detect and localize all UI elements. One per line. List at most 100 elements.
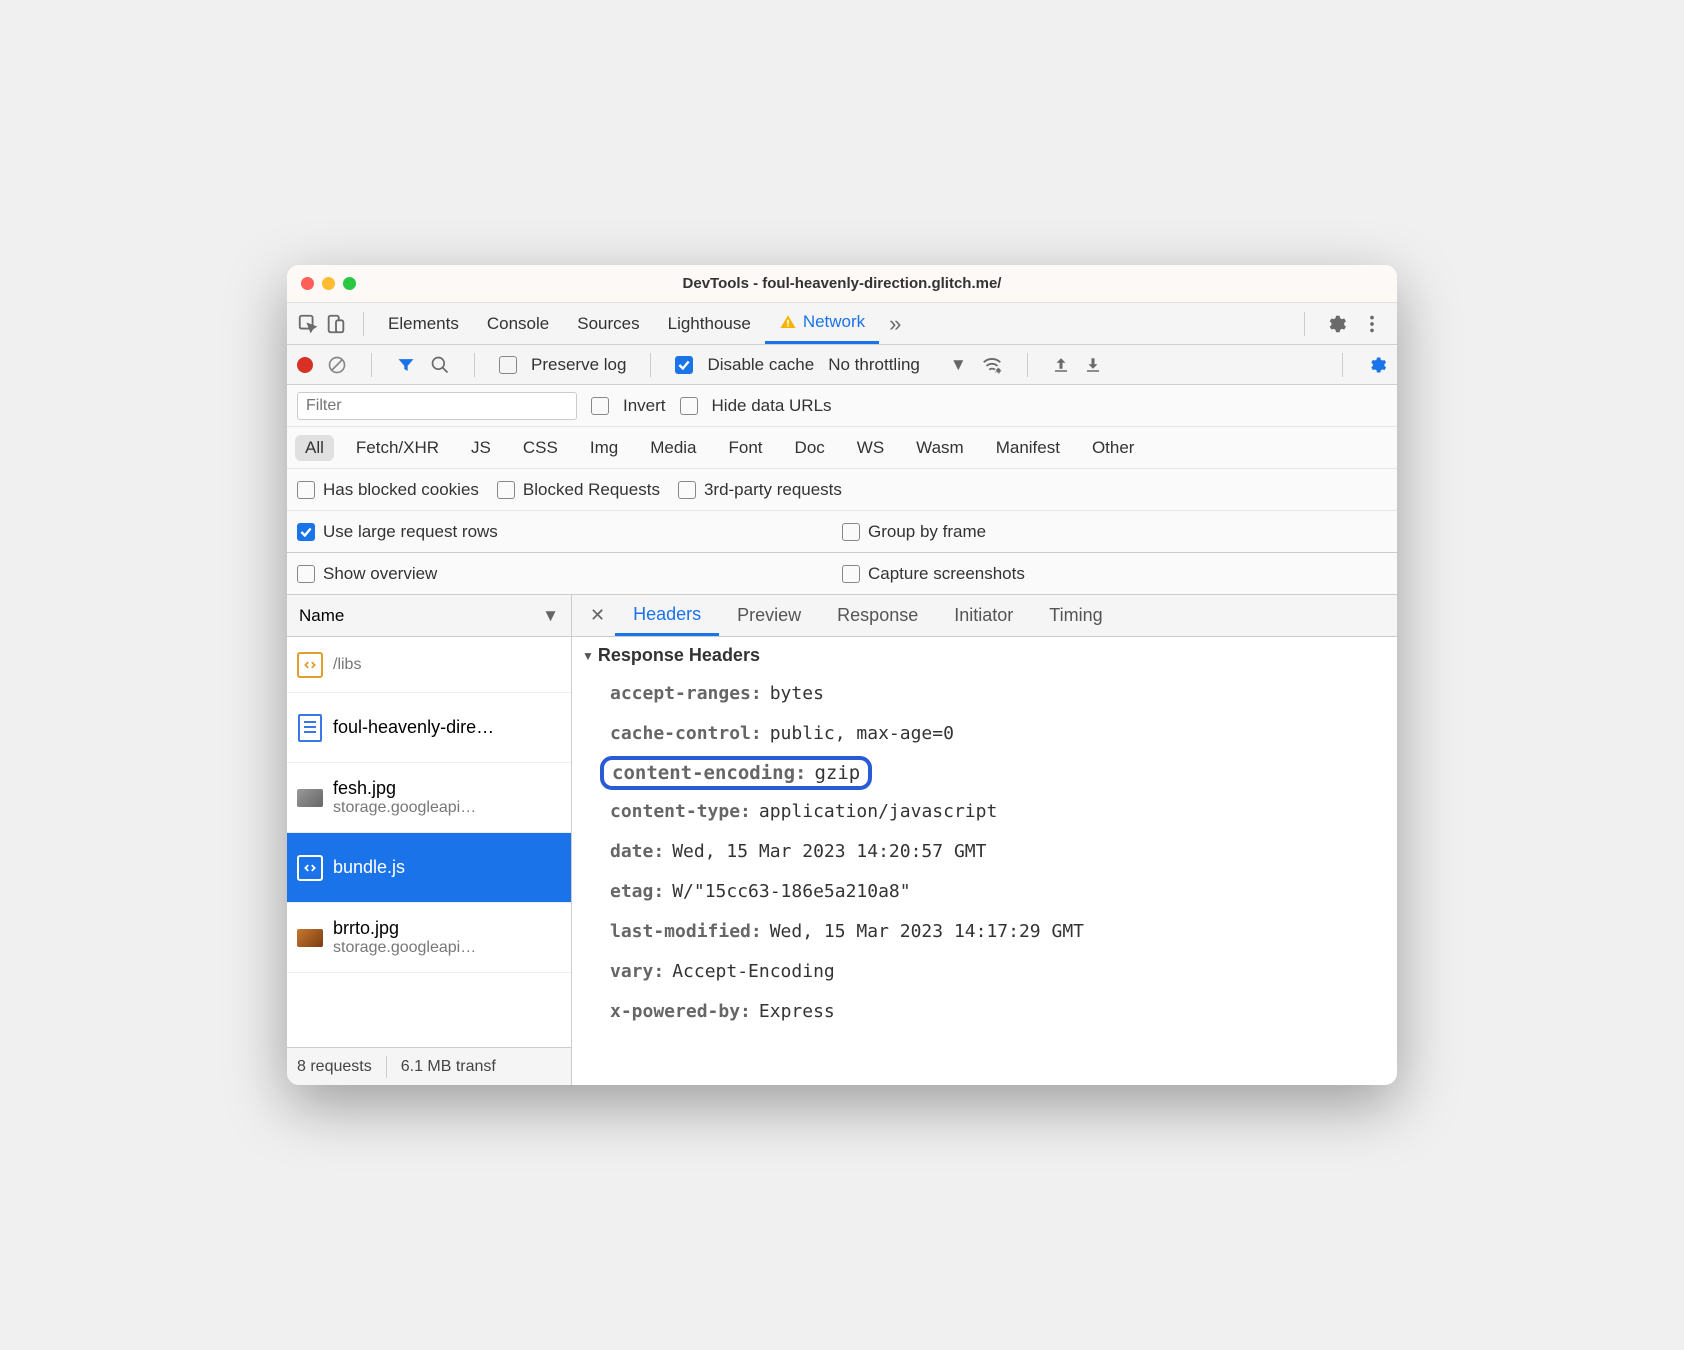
divider bbox=[474, 353, 475, 377]
blocked-requests-label: Blocked Requests bbox=[523, 480, 660, 500]
type-chip-manifest[interactable]: Manifest bbox=[986, 435, 1070, 461]
minimize-window-button[interactable] bbox=[322, 277, 335, 290]
chevron-down-icon: ▼ bbox=[542, 606, 559, 626]
show-overview-label: Show overview bbox=[323, 564, 437, 584]
header-value: bytes bbox=[770, 680, 824, 708]
settings-icon[interactable] bbox=[1321, 309, 1351, 339]
filter-row: Invert Hide data URLs bbox=[287, 385, 1397, 427]
type-chip-font[interactable]: Font bbox=[719, 435, 773, 461]
throttling-select[interactable]: No throttling ▼ bbox=[828, 355, 967, 375]
filter-input[interactable] bbox=[297, 392, 577, 420]
disable-cache-checkbox[interactable] bbox=[675, 356, 693, 374]
third-party-checkbox[interactable] bbox=[678, 481, 696, 499]
divider bbox=[1027, 353, 1028, 377]
type-chip-ws[interactable]: WS bbox=[847, 435, 894, 461]
type-chip-js[interactable]: JS bbox=[461, 435, 501, 461]
tab-sources[interactable]: Sources bbox=[563, 303, 653, 344]
window-titlebar: DevTools - foul-heavenly-direction.glitc… bbox=[287, 265, 1397, 303]
hide-data-urls-label: Hide data URLs bbox=[712, 396, 832, 416]
options-row-2b: Show overview Capture screenshots bbox=[287, 553, 1397, 595]
header-row: etag:W/"15cc63-186e5a210a8" bbox=[576, 872, 1397, 912]
network-conditions-icon[interactable] bbox=[981, 354, 1003, 376]
request-count: 8 requests bbox=[297, 1058, 372, 1076]
tab-elements[interactable]: Elements bbox=[374, 303, 473, 344]
divider bbox=[371, 353, 372, 377]
dtab-response[interactable]: Response bbox=[819, 595, 936, 636]
record-button[interactable] bbox=[297, 357, 313, 373]
group-by-frame-checkbox[interactable] bbox=[842, 523, 860, 541]
transfer-size: 6.1 MB transf bbox=[401, 1058, 496, 1076]
main-tabstrip: Elements Console Sources Lighthouse Netw… bbox=[287, 303, 1397, 345]
preserve-log-checkbox[interactable] bbox=[499, 356, 517, 374]
tab-lighthouse[interactable]: Lighthouse bbox=[654, 303, 765, 344]
close-detail-icon[interactable]: ✕ bbox=[580, 605, 615, 626]
header-name: content-encoding: bbox=[612, 762, 806, 784]
capture-screenshots-checkbox[interactable] bbox=[842, 565, 860, 583]
hide-data-urls-checkbox[interactable] bbox=[680, 397, 698, 415]
script-icon bbox=[297, 652, 323, 678]
large-rows-checkbox[interactable] bbox=[297, 523, 315, 541]
request-list-header[interactable]: Name ▼ bbox=[287, 595, 571, 637]
header-row: last-modified:Wed, 15 Mar 2023 14:17:29 … bbox=[576, 912, 1397, 952]
type-chip-all[interactable]: All bbox=[295, 435, 334, 461]
type-chip-img[interactable]: Img bbox=[580, 435, 628, 461]
options-row-2a: Use large request rows Group by frame bbox=[287, 511, 1397, 553]
request-row[interactable]: /libs bbox=[287, 637, 571, 693]
document-icon bbox=[298, 714, 322, 742]
invert-checkbox[interactable] bbox=[591, 397, 609, 415]
tab-sources-label: Sources bbox=[577, 314, 639, 334]
dtab-timing[interactable]: Timing bbox=[1031, 595, 1120, 636]
type-chip-doc[interactable]: Doc bbox=[785, 435, 835, 461]
request-items: /libs foul-heavenly-dire… fesh.jpgstorag… bbox=[287, 637, 571, 1047]
header-name: content-type: bbox=[610, 798, 751, 826]
close-window-button[interactable] bbox=[301, 277, 314, 290]
type-chip-other[interactable]: Other bbox=[1082, 435, 1145, 461]
type-chip-media[interactable]: Media bbox=[640, 435, 706, 461]
type-chip-css[interactable]: CSS bbox=[513, 435, 568, 461]
group-by-frame-label: Group by frame bbox=[868, 522, 986, 542]
search-icon[interactable] bbox=[430, 355, 450, 375]
network-settings-icon[interactable] bbox=[1367, 355, 1387, 375]
request-list: Name ▼ /libs foul-heavenly-dire… fesh.jp… bbox=[287, 595, 572, 1085]
header-value: Accept-Encoding bbox=[672, 958, 835, 986]
filter-toggle-icon[interactable] bbox=[396, 355, 416, 375]
detail-pane: ✕ Headers Preview Response Initiator Tim… bbox=[572, 595, 1397, 1085]
device-toolbar-icon[interactable] bbox=[325, 313, 347, 335]
request-name: brrto.jpg bbox=[333, 918, 476, 939]
request-row[interactable]: bundle.js bbox=[287, 833, 571, 903]
dtab-initiator[interactable]: Initiator bbox=[936, 595, 1031, 636]
blocked-requests-checkbox[interactable] bbox=[497, 481, 515, 499]
kebab-menu-icon[interactable] bbox=[1357, 309, 1387, 339]
divider bbox=[1304, 312, 1305, 336]
has-blocked-cookies-checkbox[interactable] bbox=[297, 481, 315, 499]
network-toolbar: Preserve log Disable cache No throttling… bbox=[287, 345, 1397, 385]
header-row: date:Wed, 15 Mar 2023 14:20:57 GMT bbox=[576, 832, 1397, 872]
upload-har-icon[interactable] bbox=[1052, 356, 1070, 374]
image-icon bbox=[297, 929, 323, 947]
inspect-element-icon[interactable] bbox=[297, 313, 319, 335]
third-party-label: 3rd-party requests bbox=[704, 480, 842, 500]
show-overview-checkbox[interactable] bbox=[297, 565, 315, 583]
zoom-window-button[interactable] bbox=[343, 277, 356, 290]
tab-console[interactable]: Console bbox=[473, 303, 563, 344]
request-row[interactable]: brrto.jpgstorage.googleapi… bbox=[287, 903, 571, 973]
request-row[interactable]: fesh.jpgstorage.googleapi… bbox=[287, 763, 571, 833]
header-row: content-type:application/javascript bbox=[576, 792, 1397, 832]
type-chip-wasm[interactable]: Wasm bbox=[906, 435, 974, 461]
more-tabs-icon[interactable]: » bbox=[879, 311, 911, 337]
header-row: vary:Accept-Encoding bbox=[576, 952, 1397, 992]
divider bbox=[386, 1056, 387, 1078]
response-headers-section[interactable]: ▼ Response Headers bbox=[576, 637, 1397, 674]
tab-network[interactable]: Network bbox=[765, 303, 879, 344]
header-row: x-powered-by:Express bbox=[576, 992, 1397, 1032]
dtab-headers[interactable]: Headers bbox=[615, 595, 719, 636]
options-row-1: Has blocked cookies Blocked Requests 3rd… bbox=[287, 469, 1397, 511]
request-row[interactable]: foul-heavenly-dire… bbox=[287, 693, 571, 763]
clear-button[interactable] bbox=[327, 355, 347, 375]
download-har-icon[interactable] bbox=[1084, 356, 1102, 374]
has-blocked-cookies-label: Has blocked cookies bbox=[323, 480, 479, 500]
dtab-preview[interactable]: Preview bbox=[719, 595, 819, 636]
type-chip-fetchxhr[interactable]: Fetch/XHR bbox=[346, 435, 449, 461]
request-sub: storage.googleapi… bbox=[333, 939, 476, 957]
invert-label: Invert bbox=[623, 396, 666, 416]
